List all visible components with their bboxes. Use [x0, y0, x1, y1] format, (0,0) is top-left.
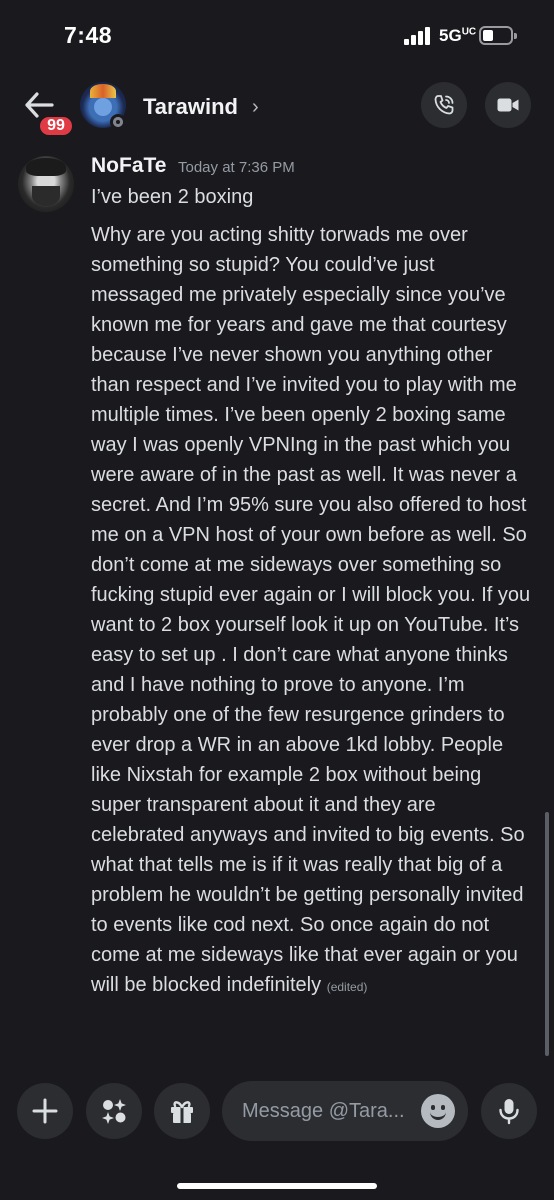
voice-call-button[interactable] [421, 82, 467, 128]
voice-message-button[interactable] [481, 1083, 537, 1139]
gift-icon [171, 1101, 193, 1123]
video-camera-icon [497, 98, 519, 112]
status-time: 7:48 [64, 22, 113, 48]
message-author[interactable]: NoFaTe [91, 154, 166, 178]
phone-call-icon [434, 95, 454, 115]
status-bar: 7:48 5GUC [0, 0, 554, 70]
apps-icon [102, 1099, 126, 1124]
microphone-icon [499, 1099, 519, 1125]
channel-title[interactable]: Tarawind [143, 94, 238, 120]
battery-icon [479, 26, 517, 45]
edited-label: (edited) [326, 980, 368, 994]
gift-button[interactable] [154, 1083, 210, 1139]
plus-icon [32, 1098, 58, 1124]
message-text-line-1: I’ve been 2 boxing [91, 186, 254, 208]
network-indicator: 5GUC [439, 26, 477, 45]
unread-badge: 99 [37, 114, 75, 138]
chat-scrollbar[interactable] [545, 812, 549, 1056]
apps-button[interactable] [86, 1083, 142, 1139]
offline-status-icon [110, 114, 126, 130]
message-timestamp: Today at 7:36 PM [178, 159, 295, 176]
video-call-button[interactable] [485, 82, 531, 128]
message-body-text: Why are you acting shitty torwads me ove… [91, 224, 531, 996]
author-avatar[interactable] [18, 156, 74, 212]
chevron-right-icon[interactable]: › [252, 96, 259, 119]
home-indicator[interactable] [177, 1183, 377, 1189]
signal-strength-icon [404, 27, 432, 45]
message-text-body: Why are you acting shitty torwads me ove… [91, 220, 531, 1002]
channel-header: 99 Tarawind › [0, 76, 554, 140]
emoji-button[interactable] [421, 1094, 455, 1128]
add-attachment-button[interactable] [17, 1083, 73, 1139]
